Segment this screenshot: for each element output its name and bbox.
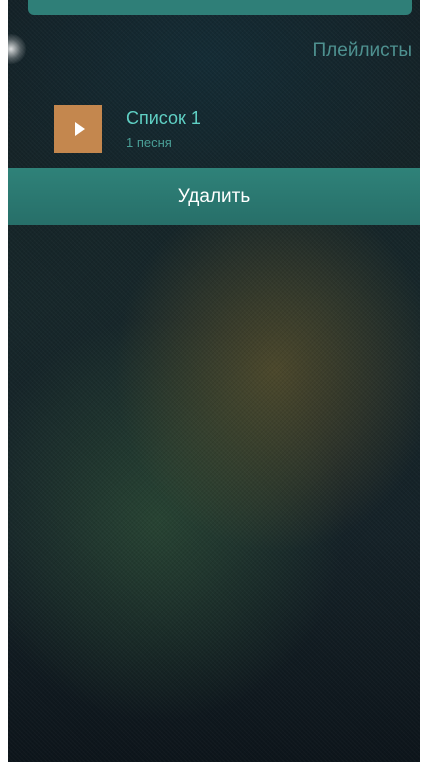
playlist-title: Список 1 <box>126 108 201 128</box>
top-panel-edge[interactable] <box>28 0 412 15</box>
play-button[interactable] <box>54 105 102 153</box>
playlist-item[interactable]: Список 1 1 песня <box>8 95 420 163</box>
playlist-song-count: 1 песня <box>126 135 172 150</box>
play-icon <box>74 122 85 136</box>
light-glow <box>8 34 26 64</box>
delete-label: Удалить <box>177 185 251 207</box>
app-screen: Плейлисты Список 1 1 песня Удалить <box>8 0 420 762</box>
section-title: Плейлисты <box>312 40 412 61</box>
delete-button[interactable]: Удалить <box>8 168 420 225</box>
